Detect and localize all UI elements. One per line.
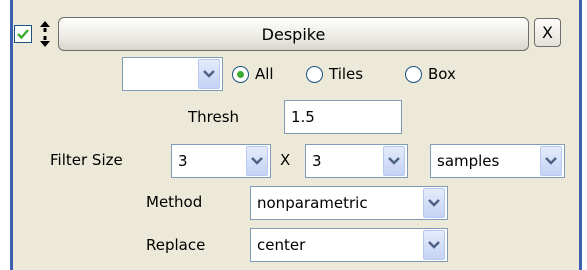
chevron-down-icon — [246, 146, 268, 176]
close-label: X — [542, 23, 553, 42]
region-dropdown[interactable] — [122, 57, 223, 91]
thresh-input[interactable]: 1.5 — [284, 100, 402, 134]
chevron-down-icon — [198, 59, 220, 89]
filter-size-y-dropdown[interactable]: 3 — [305, 144, 408, 178]
chevron-down-icon — [383, 146, 405, 176]
filter-size-label: Filter Size — [50, 151, 123, 169]
filter-size-x-value: 3 — [178, 152, 188, 170]
method-value: nonparametric — [257, 194, 368, 212]
radio-box[interactable]: Box — [405, 65, 456, 83]
checkmark-icon — [17, 29, 29, 40]
thresh-value: 1.5 — [291, 108, 315, 126]
radio-tiles-circle — [306, 65, 323, 83]
radio-tiles[interactable]: Tiles — [306, 65, 363, 83]
thresh-label: Thresh — [188, 108, 240, 126]
radio-all-circle — [232, 65, 249, 83]
method-label: Method — [146, 193, 203, 211]
method-dropdown[interactable]: nonparametric — [250, 186, 448, 220]
radio-box-circle — [405, 65, 422, 83]
enable-checkbox[interactable] — [14, 25, 32, 43]
filter-size-units-value: samples — [437, 152, 500, 170]
replace-dropdown[interactable]: center — [250, 228, 448, 262]
up-down-arrows-icon — [40, 21, 50, 47]
filter-size-separator: X — [280, 151, 291, 169]
filter-title: Despike — [261, 24, 326, 44]
reorder-handle[interactable] — [38, 20, 52, 48]
radio-all[interactable]: All — [232, 65, 274, 83]
radio-box-label: Box — [428, 65, 456, 83]
replace-value: center — [257, 236, 306, 254]
filter-size-y-value: 3 — [312, 152, 322, 170]
replace-label: Replace — [146, 236, 206, 254]
filter-size-x-dropdown[interactable]: 3 — [171, 144, 271, 178]
chevron-down-icon — [423, 230, 445, 260]
filter-title-button[interactable]: Despike — [58, 17, 529, 51]
chevron-down-icon — [540, 146, 562, 176]
chevron-down-icon — [423, 188, 445, 218]
close-button[interactable]: X — [534, 18, 561, 47]
radio-all-label: All — [255, 65, 274, 83]
filter-size-units-dropdown[interactable]: samples — [430, 144, 565, 178]
radio-tiles-label: Tiles — [329, 65, 364, 83]
